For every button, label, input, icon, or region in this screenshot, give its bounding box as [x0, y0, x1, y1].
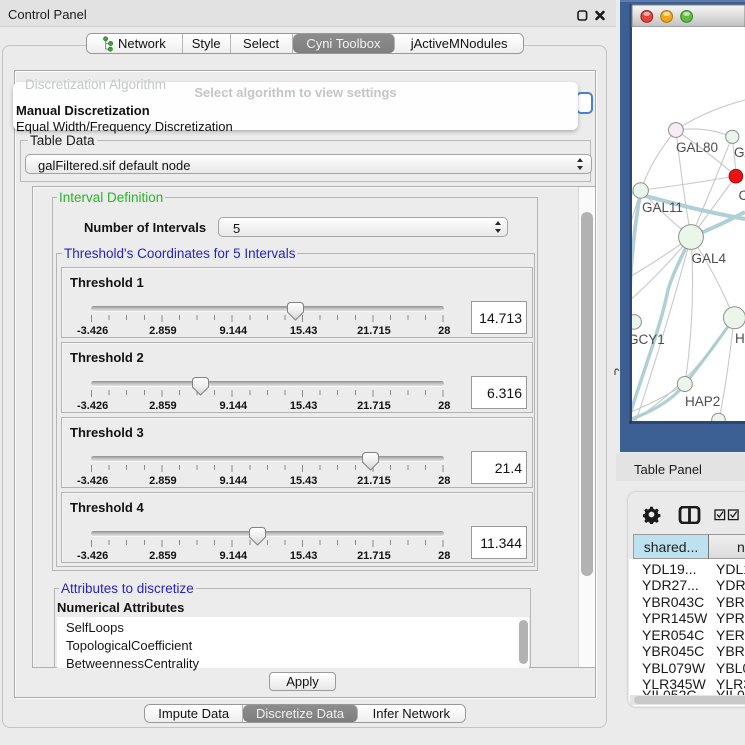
svg-text:C: C	[739, 188, 745, 203]
svg-text:HAP2: HAP2	[685, 394, 720, 409]
svg-text:GAL11: GAL11	[642, 200, 683, 215]
svg-text:GCY1: GCY1	[628, 332, 665, 347]
svg-text:GA: GA	[734, 145, 745, 160]
svg-text:GAL4: GAL4	[692, 251, 727, 266]
svg-text:H: H	[735, 331, 745, 346]
svg-text:GAL80: GAL80	[676, 140, 718, 155]
